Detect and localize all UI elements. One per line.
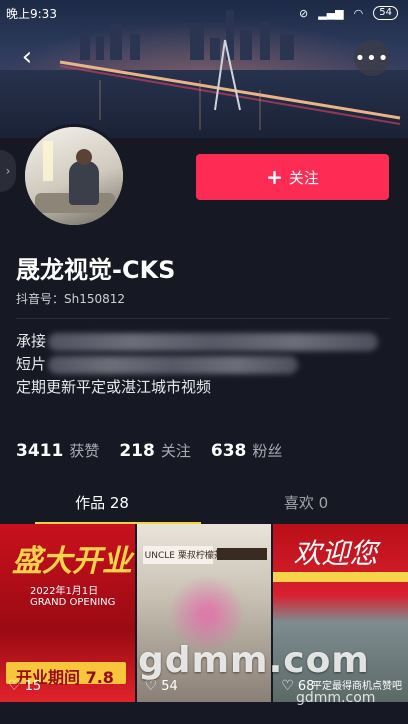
status-bar: 晚上9:33 ⊘ ▂▄▆ ◠ 54 — [0, 0, 408, 26]
douyin-id: 抖音号：Sh150812 — [16, 292, 126, 306]
likes-stat[interactable]: 3411 获赞 — [16, 440, 99, 461]
watermark: gdmm.com — [138, 640, 370, 681]
profile-bio: 承接 短片 定期更新平定或湛江城市视频 — [16, 330, 379, 399]
heart-icon: ♡ — [8, 678, 21, 694]
bio-line-1: 承接 — [16, 330, 379, 353]
follow-button[interactable]: + 关注 — [196, 154, 389, 200]
blurred-text — [48, 355, 299, 374]
blurred-text — [48, 332, 379, 351]
status-time: 晚上9:33 — [6, 6, 57, 21]
video-thumbnail[interactable]: 盛大开业 2022年1月1日 GRAND OPENING 开业期间 7.8 ♡ … — [0, 524, 135, 702]
following-stat[interactable]: 218 关注 — [119, 440, 191, 461]
side-drawer-handle[interactable]: › — [0, 150, 16, 192]
followers-stat[interactable]: 638 粉丝 — [211, 440, 283, 461]
battery-indicator: 54 — [373, 6, 398, 20]
video-subtitle: 2022年1月1日 GRAND OPENING — [30, 586, 116, 608]
avatar[interactable] — [22, 124, 126, 228]
plus-icon: + — [266, 165, 283, 189]
divider — [16, 318, 390, 319]
video-title: 盛大开业 — [12, 544, 132, 579]
video-likes: ♡ 15 — [8, 678, 42, 694]
bio-line-3: 定期更新平定或湛江城市视频 — [16, 378, 212, 396]
more-dots-icon[interactable]: ••• — [354, 40, 390, 76]
mute-icon: ⊘ — [299, 6, 309, 20]
video-caption: UNCLE 栗叔柠檬茶 — [144, 551, 223, 561]
watermark-small: gdmm.com — [296, 690, 376, 706]
tab-likes[interactable]: 喜欢 0 — [204, 480, 408, 524]
profile-tabs: 作品 28 喜欢 0 — [0, 480, 408, 524]
tab-works[interactable]: 作品 28 — [0, 480, 204, 524]
profile-stats: 3411 获赞 218 关注 638 粉丝 — [16, 440, 282, 461]
follow-button-label: 关注 — [288, 168, 319, 187]
signal-icon: ▂▄▆ — [318, 6, 344, 20]
video-title: 欢迎您 — [293, 537, 378, 570]
bio-line-2: 短片 — [16, 353, 378, 376]
profile-name: 晟龙视觉-CKS — [16, 256, 176, 284]
wifi-icon: ◠ — [353, 6, 364, 20]
back-arrow-icon[interactable]: ‹ — [12, 42, 42, 72]
